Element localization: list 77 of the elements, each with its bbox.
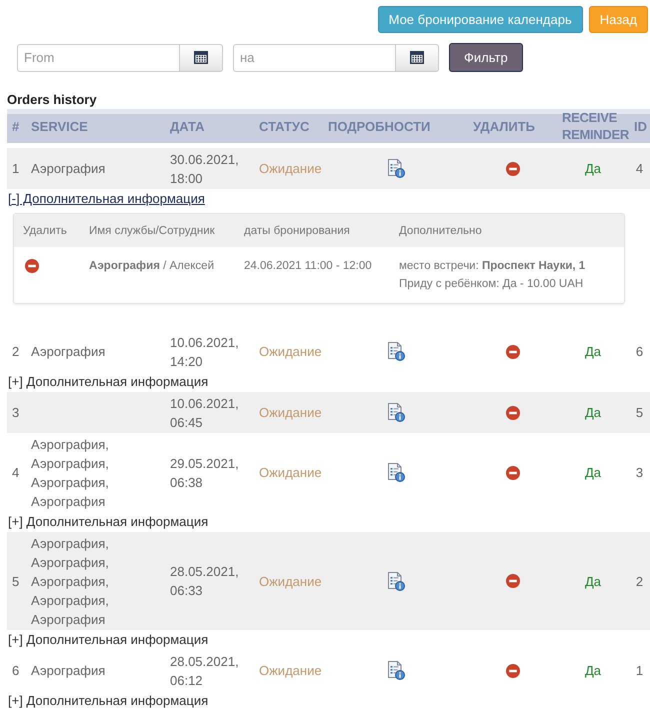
- document-info-icon[interactable]: [386, 661, 404, 680]
- minus-circle-icon[interactable]: [506, 344, 520, 358]
- column-header: SERVICE: [31, 118, 88, 134]
- minus-circle-icon[interactable]: [506, 162, 520, 176]
- section-title: Orders history: [7, 92, 97, 108]
- table-cell-text: 29.05.2021, 06:38: [170, 454, 240, 492]
- table-cell-text: 2: [12, 343, 20, 361]
- column-header: ID: [634, 118, 647, 134]
- column-header: #: [12, 118, 20, 134]
- table-cell-text: 1: [12, 160, 20, 178]
- document-info-icon[interactable]: [386, 463, 404, 482]
- table-cell-text: 28.05.2021, 06:12: [170, 652, 240, 690]
- detail-text: Приду с ребёнком: Да - 10.00 UAH: [399, 277, 584, 292]
- column-header: Дополнительно: [399, 224, 482, 236]
- more-info-link[interactable]: [+] Дополнительная информация: [8, 513, 208, 531]
- reminder-text: Да: [584, 662, 602, 680]
- column-header: даты бронирования: [244, 224, 350, 236]
- table-cell-text: Аэрография: [31, 160, 106, 178]
- column-header: ДАТА: [170, 118, 205, 134]
- document-info-icon[interactable]: [386, 159, 404, 178]
- minus-circle-icon[interactable]: [506, 574, 520, 588]
- table-cell-text: 6: [636, 343, 644, 361]
- filter-button[interactable]: Фильтр: [449, 43, 523, 72]
- reminder-text: Да: [584, 404, 602, 422]
- reminder-text: Да: [584, 572, 602, 590]
- date-to-field[interactable]: на: [233, 44, 396, 72]
- table-cell-text: 4: [636, 160, 644, 178]
- table-cell-text: 4: [12, 464, 20, 482]
- calendar-icon: [194, 51, 208, 64]
- table-cell-text: 1: [636, 662, 644, 680]
- document-info-icon[interactable]: [386, 572, 404, 590]
- status-text: Ожидание: [259, 572, 322, 590]
- column-header: СТАТУС: [259, 118, 310, 134]
- document-info-icon[interactable]: [386, 342, 404, 361]
- status-text: Ожидание: [259, 343, 322, 361]
- column-header: Имя службы/Сотрудник: [89, 224, 215, 236]
- detail-text: место встречи: Проспект Науки, 1: [399, 259, 586, 274]
- status-text: Ожидание: [259, 404, 322, 422]
- table-cell-text: Аэрография, Аэрография, Аэрография, Аэрография, Аэрография: [31, 534, 110, 628]
- column-header: УДАЛИТЬ: [473, 118, 535, 134]
- table-cell-text: Аэрография / Алексей: [89, 259, 214, 274]
- table-cell-text: Аэрография: [31, 343, 106, 361]
- document-info-icon[interactable]: [386, 403, 404, 422]
- column-header: ПОДРОБНОСТИ: [328, 118, 430, 134]
- more-info-link[interactable]: [-] Дополнительная информация: [8, 190, 205, 208]
- more-info-link[interactable]: [+] Дополнительная информация: [8, 631, 208, 649]
- table-cell-text: Аэрография: [31, 662, 106, 680]
- table-cell-text: Аэрография, Аэрография, Аэрография, Аэрография: [31, 436, 110, 510]
- status-text: Ожидание: [259, 160, 322, 178]
- more-info-link[interactable]: [+] Дополнительная информация: [8, 692, 208, 710]
- table-cell-text: 28.05.2021, 06:33: [170, 563, 240, 600]
- status-text: Ожидание: [259, 464, 322, 482]
- reminder-text: Да: [584, 464, 602, 482]
- minus-circle-icon[interactable]: [506, 664, 520, 678]
- table-cell-text: 6: [12, 662, 20, 680]
- table-cell-text: 24.06.2021 11:00 - 12:00: [244, 259, 372, 274]
- minus-circle-icon[interactable]: [506, 466, 520, 480]
- date-picker-button[interactable]: [180, 44, 223, 72]
- reminder-text: Да: [584, 160, 602, 178]
- table-cell-text: 10.06.2021, 06:45: [170, 394, 240, 432]
- table-cell-text: 5: [636, 404, 644, 422]
- table-cell-text: 5: [12, 572, 20, 590]
- table-cell-text: 3: [636, 464, 644, 482]
- minus-circle-icon[interactable]: [506, 406, 520, 420]
- table-cell-text: 10.06.2021, 14:20: [170, 334, 240, 370]
- status-text: Ожидание: [259, 662, 322, 680]
- column-header: Удалить: [23, 224, 67, 236]
- date-picker-button[interactable]: [396, 44, 439, 72]
- more-info-link[interactable]: [+] Дополнительная информация: [8, 373, 208, 391]
- reminder-text: Да: [584, 343, 602, 361]
- table-cell-text: 3: [12, 404, 20, 422]
- column-header: RECEIVE REMINDER: [562, 109, 629, 143]
- table-cell-text: 2: [636, 572, 644, 590]
- minus-circle-icon[interactable]: [25, 259, 39, 273]
- table-cell-text: 30.06.2021, 18:00: [170, 150, 240, 188]
- date-from-field[interactable]: From: [17, 44, 180, 72]
- calendar-icon: [410, 51, 424, 64]
